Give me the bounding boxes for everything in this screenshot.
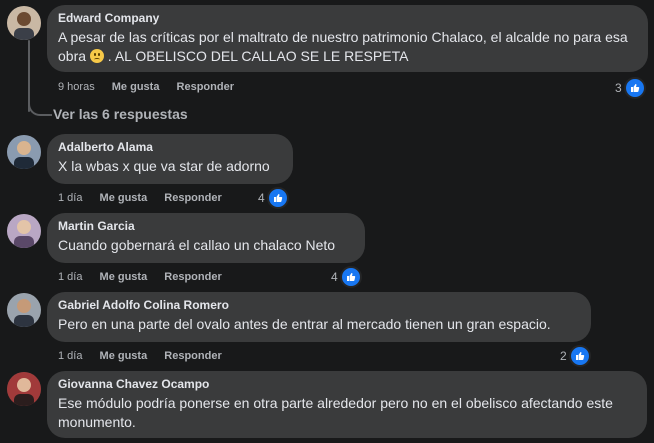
thumbs-up-icon — [568, 345, 591, 367]
like-button[interactable]: Me gusta — [112, 81, 160, 93]
comment-text: Ese módulo podría ponerse en otra parte … — [58, 395, 613, 430]
comment-bubble: Edward Company A pesar de las críticas p… — [47, 5, 648, 72]
avatar[interactable] — [7, 372, 41, 406]
avatar[interactable] — [7, 293, 41, 327]
comment-bubble: Giovanna Chavez Ocampo Ese módulo podría… — [47, 371, 647, 438]
comment-text: Pero en una parte del ovalo antes de ent… — [58, 316, 551, 332]
like-button[interactable]: Me gusta — [100, 350, 148, 362]
comment-text: Cuando gobernará el callao un chalaco Ne… — [58, 237, 336, 253]
comment-bubble: Martin Garcia Cuando gobernará el callao… — [47, 213, 365, 263]
comment-time[interactable]: 1 día — [58, 271, 82, 283]
avatar[interactable] — [7, 135, 41, 169]
view-replies-link[interactable]: Ver las 6 respuestas — [53, 106, 188, 122]
reply-button[interactable]: Responder — [177, 81, 234, 93]
reply-button[interactable]: Responder — [164, 271, 221, 283]
avatar[interactable] — [7, 6, 41, 40]
comment-author[interactable]: Giovanna Chavez Ocampo — [58, 377, 635, 392]
comment-text: X la wbas x que va star de adorno — [58, 158, 270, 174]
reaction-number: 3 — [615, 81, 622, 95]
comment-time[interactable]: 1 día — [58, 350, 82, 362]
comment-time[interactable]: 1 día — [58, 192, 82, 204]
thumbs-up-icon — [623, 77, 646, 99]
comment-time[interactable]: 9 horas — [58, 81, 95, 93]
confused-face-icon — [89, 49, 104, 63]
like-button[interactable]: Me gusta — [100, 271, 148, 283]
reaction-count[interactable]: 2 — [560, 345, 591, 367]
comment-author[interactable]: Martin Garcia — [58, 219, 353, 234]
thread-connector-curve — [28, 98, 52, 116]
reaction-count[interactable]: 4 — [331, 266, 362, 288]
reaction-number: 4 — [258, 191, 265, 205]
comment-bubble: Gabriel Adolfo Colina Romero Pero en una… — [47, 292, 591, 342]
reaction-count[interactable]: 4 — [258, 187, 289, 209]
comment-author[interactable]: Adalberto Alama — [58, 140, 281, 155]
comment-text: A pesar de las críticas por el maltrato … — [58, 28, 636, 66]
comment-author[interactable]: Edward Company — [58, 11, 636, 26]
reply-button[interactable]: Responder — [164, 192, 221, 204]
reaction-count[interactable]: 3 — [615, 77, 646, 99]
comment-actions: 1 día Me gusta Responder — [58, 270, 236, 284]
comment-author[interactable]: Gabriel Adolfo Colina Romero — [58, 298, 579, 313]
comment-actions: 1 día Me gusta Responder — [58, 191, 236, 205]
reaction-number: 4 — [331, 270, 338, 284]
reply-button[interactable]: Responder — [164, 350, 221, 362]
avatar[interactable] — [7, 214, 41, 248]
thumbs-up-icon — [266, 187, 289, 209]
comment-text-part: . AL OBELISCO DEL CALLAO SE LE RESPETA — [103, 48, 409, 64]
comment-bubble: Adalberto Alama X la wbas x que va star … — [47, 134, 293, 184]
reaction-number: 2 — [560, 349, 567, 363]
like-button[interactable]: Me gusta — [100, 192, 148, 204]
comment-actions: 9 horas Me gusta Responder — [58, 80, 248, 94]
thumbs-up-icon — [339, 266, 362, 288]
comment-actions: 1 día Me gusta Responder — [58, 349, 236, 363]
